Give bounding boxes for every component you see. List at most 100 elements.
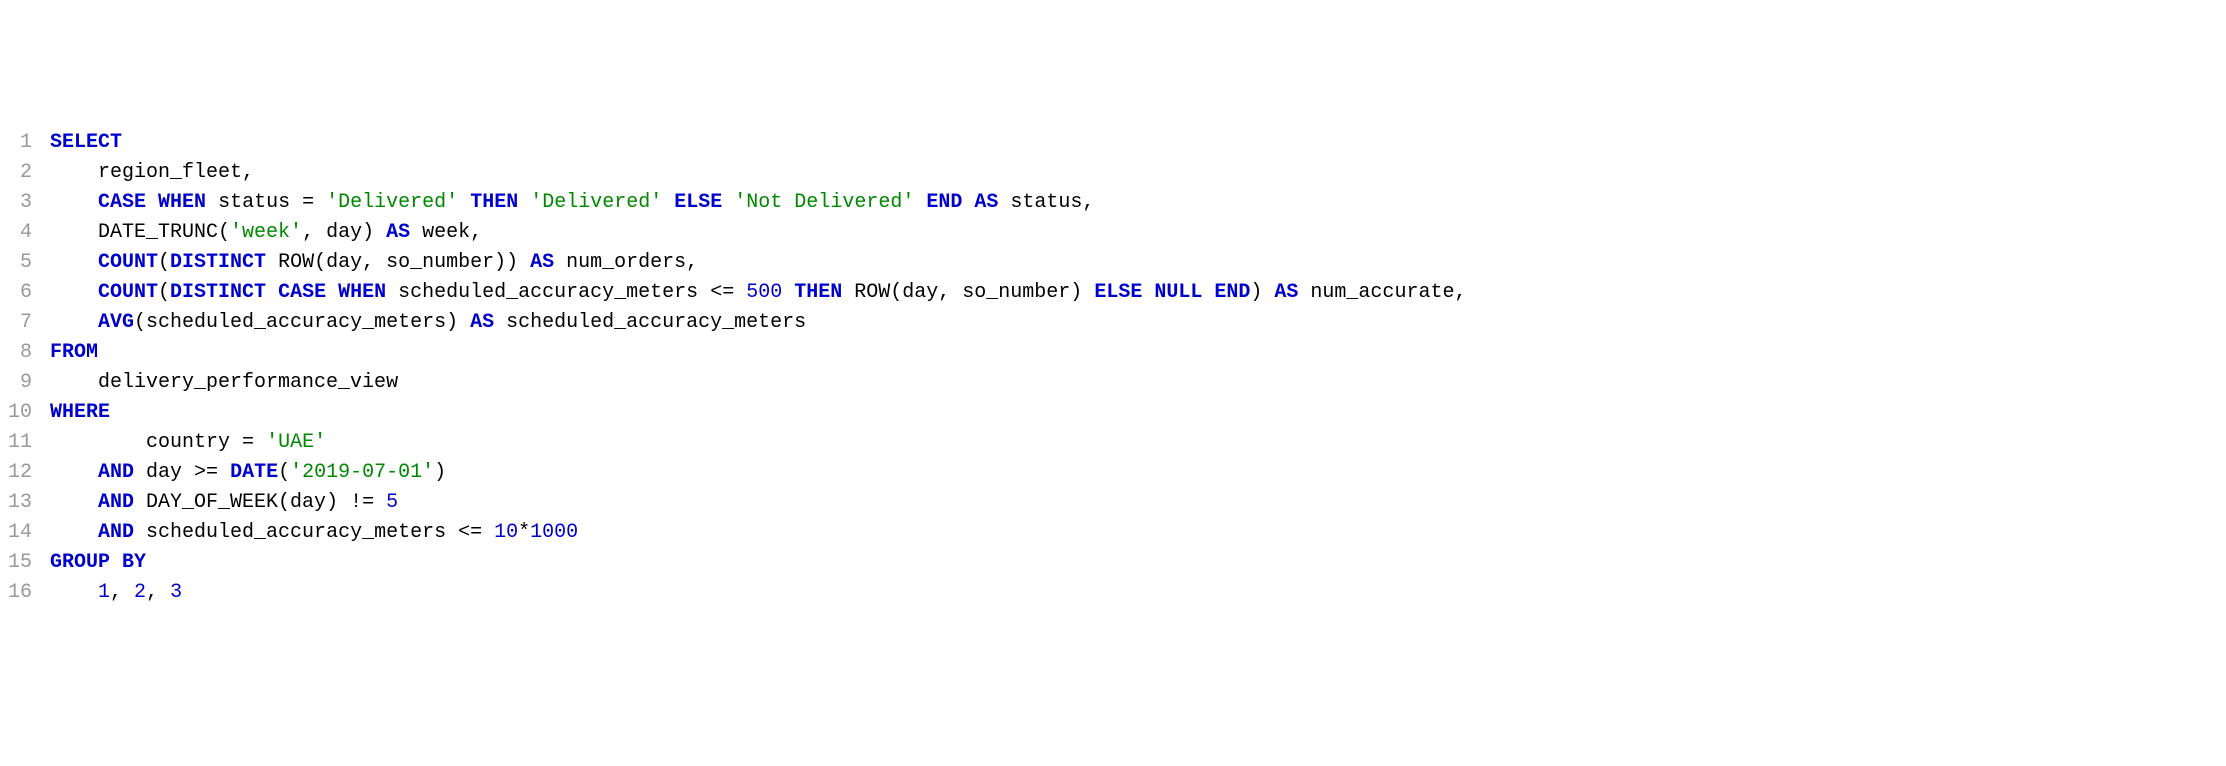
token-op: <= <box>458 521 482 544</box>
code-line: 11 country = 'UAE' <box>0 428 2226 458</box>
line-number: 11 <box>0 428 50 458</box>
code-content: delivery_performance_view <box>50 368 2226 398</box>
token-id: , day) <box>302 221 386 244</box>
token-num: 1000 <box>530 521 578 544</box>
token-id: week, <box>410 221 482 244</box>
token-id: DATE_TRUNC( <box>98 221 230 244</box>
code-line: 2 region_fleet, <box>0 158 2226 188</box>
code-line: 9 delivery_performance_view <box>0 368 2226 398</box>
token-id: DAY_OF_WEEK(day) <box>134 491 350 514</box>
code-line: 14 AND scheduled_accuracy_meters <= 10*1… <box>0 518 2226 548</box>
token-str: 'Not Delivered' <box>734 191 914 214</box>
code-line: 13 AND DAY_OF_WEEK(day) != 5 <box>0 488 2226 518</box>
line-number: 14 <box>0 518 50 548</box>
token-kw: SELECT <box>50 131 122 154</box>
code-line: 5 COUNT(DISTINCT ROW(day, so_number)) AS… <box>0 248 2226 278</box>
token-kw: DISTINCT <box>170 251 266 274</box>
token-id: (scheduled_accuracy_meters) <box>134 311 470 334</box>
line-number: 2 <box>0 158 50 188</box>
line-number: 4 <box>0 218 50 248</box>
code-content: region_fleet, <box>50 158 2226 188</box>
code-content: GROUP BY <box>50 548 2226 578</box>
token-kw: WHERE <box>50 401 110 424</box>
token-id: scheduled_accuracy_meters <box>386 281 710 304</box>
token-num: 5 <box>386 491 398 514</box>
token-num: 2 <box>134 581 146 604</box>
line-number: 15 <box>0 548 50 578</box>
token-kw: FROM <box>50 341 98 364</box>
token-fn: COUNT <box>98 251 158 274</box>
token-id: num_orders, <box>554 251 698 274</box>
token-str: 'UAE' <box>266 431 326 454</box>
token-punc: ) <box>1250 281 1274 304</box>
token-fn: AVG <box>98 311 134 334</box>
token-str: 'week' <box>230 221 302 244</box>
code-line: 6 COUNT(DISTINCT CASE WHEN scheduled_acc… <box>0 278 2226 308</box>
token-kw: AND <box>98 461 134 484</box>
code-line: 12 AND day >= DATE('2019-07-01') <box>0 458 2226 488</box>
token-op: * <box>518 521 530 544</box>
line-number: 16 <box>0 578 50 608</box>
token-kw: BY <box>122 551 146 574</box>
token-kw: AS <box>530 251 554 274</box>
token-kw: ELSE <box>1094 281 1142 304</box>
token-kw: AND <box>98 491 134 514</box>
token-kw: THEN <box>794 281 842 304</box>
token-op: = <box>302 191 314 214</box>
token-id: num_accurate, <box>1298 281 1466 304</box>
line-number: 6 <box>0 278 50 308</box>
token-str: 'Delivered' <box>530 191 662 214</box>
token-kw: WHEN <box>158 191 206 214</box>
line-number: 12 <box>0 458 50 488</box>
token-id: status <box>218 191 290 214</box>
token-id: day <box>134 461 194 484</box>
line-number: 1 <box>0 128 50 158</box>
code-content: COUNT(DISTINCT ROW(day, so_number)) AS n… <box>50 248 2226 278</box>
token-kw: CASE <box>98 191 146 214</box>
code-content: FROM <box>50 338 2226 368</box>
token-kw: NULL <box>1154 281 1202 304</box>
token-num: 500 <box>746 281 782 304</box>
code-content: AND day >= DATE('2019-07-01') <box>50 458 2226 488</box>
line-number: 8 <box>0 338 50 368</box>
token-id: scheduled_accuracy_meters <box>494 311 806 334</box>
token-id: status, <box>1010 191 1094 214</box>
token-kw: AS <box>1274 281 1298 304</box>
code-line: 1SELECT <box>0 128 2226 158</box>
token-kw: CASE <box>278 281 326 304</box>
line-number: 7 <box>0 308 50 338</box>
token-op: >= <box>194 461 218 484</box>
token-punc: ) <box>434 461 446 484</box>
code-content: CASE WHEN status = 'Delivered' THEN 'Del… <box>50 188 2226 218</box>
token-kw: WHEN <box>338 281 386 304</box>
token-id: delivery_performance_view <box>98 371 398 394</box>
code-content: WHERE <box>50 398 2226 428</box>
code-block: 1SELECT2 region_fleet,3 CASE WHEN status… <box>0 128 2226 608</box>
code-content: SELECT <box>50 128 2226 158</box>
code-line: 8FROM <box>0 338 2226 368</box>
token-id: country <box>146 431 242 454</box>
token-str: '2019-07-01' <box>290 461 434 484</box>
token-fn: DATE <box>230 461 278 484</box>
token-kw: END <box>1214 281 1250 304</box>
token-kw: THEN <box>470 191 518 214</box>
token-kw: AS <box>386 221 410 244</box>
token-id: region_fleet, <box>98 161 254 184</box>
token-punc: ( <box>158 251 170 274</box>
token-num: 3 <box>170 581 182 604</box>
token-id: ROW(day, so_number)) <box>266 251 530 274</box>
line-number: 9 <box>0 368 50 398</box>
code-line: 4 DATE_TRUNC('week', day) AS week, <box>0 218 2226 248</box>
token-id: scheduled_accuracy_meters <box>134 521 458 544</box>
code-line: 10WHERE <box>0 398 2226 428</box>
token-punc: ( <box>278 461 290 484</box>
token-kw: END <box>926 191 962 214</box>
code-line: 7 AVG(scheduled_accuracy_meters) AS sche… <box>0 308 2226 338</box>
token-kw: AS <box>470 311 494 334</box>
token-kw: AS <box>974 191 998 214</box>
token-punc: ( <box>158 281 170 304</box>
token-kw: GROUP <box>50 551 110 574</box>
line-number: 5 <box>0 248 50 278</box>
token-op: <= <box>710 281 734 304</box>
token-punc: , <box>110 581 134 604</box>
